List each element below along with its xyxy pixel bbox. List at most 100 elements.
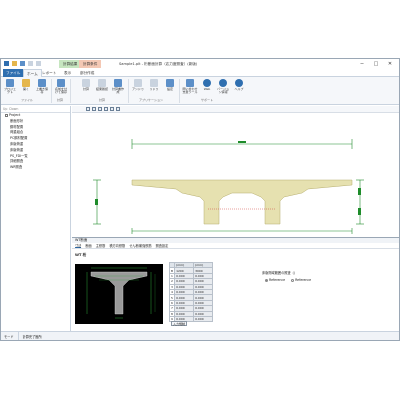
- settings-button[interactable]: 設定: [163, 79, 177, 91]
- project-tree-pane: Up Down Project 断面形状 鋼材配置 荷重組合 PC鋼材配置 床版…: [1, 106, 71, 331]
- option-radio-1[interactable]: Reference: [265, 278, 285, 282]
- tab-view[interactable]: 表示: [61, 69, 74, 77]
- tab-report[interactable]: レポート: [39, 69, 59, 77]
- subtab-shear-rebar[interactable]: せん断補強鉄筋: [129, 243, 151, 248]
- result-check-button[interactable]: 結果確認: [95, 79, 109, 91]
- undo-button[interactable]: アンドゥ: [131, 79, 145, 91]
- maximize-button[interactable]: □: [369, 60, 383, 68]
- version-button-label: バージョン情報: [217, 87, 229, 95]
- support-tool-button[interactable]: 問い合わせ支援ツール: [182, 79, 198, 95]
- ribbon-tabs: ファイル ホーム レポート 表示 部分作成: [1, 69, 399, 77]
- undo-quick-icon[interactable]: [28, 61, 33, 66]
- save-icon: [38, 79, 46, 87]
- up-button[interactable]: Up: [3, 107, 7, 111]
- window-title: Sample1.plt - 桁断面計算（応力度照査）(新版): [119, 62, 198, 66]
- report-button-label: 計算書作成: [111, 87, 124, 95]
- report-icon: [114, 79, 122, 87]
- option-label: Reference: [269, 278, 286, 282]
- support-tool-button-label: 問い合わせ支援ツール: [182, 87, 198, 95]
- group-label: 計算: [57, 98, 64, 102]
- open-quick-icon[interactable]: [12, 61, 17, 66]
- project-button-label: プロジェクト: [3, 87, 16, 95]
- title-bar: 計算結果 計算条件 Sample1.plt - 桁断面計算（応力度照査）(新版)…: [1, 59, 399, 69]
- save-button-label: 上書き保存: [35, 87, 48, 95]
- subtab-transverse-rebar[interactable]: 横方向鉄筋: [109, 243, 125, 248]
- expand-icon[interactable]: [5, 113, 8, 117]
- open-button-label: 開く: [22, 87, 29, 91]
- save-as-button[interactable]: 名前を付けて保存: [54, 79, 68, 95]
- version-button[interactable]: バージョン情報: [216, 79, 230, 95]
- pan-icon[interactable]: [104, 107, 108, 111]
- project-button[interactable]: プロジェクト: [3, 79, 17, 95]
- report-button[interactable]: 計算書作成: [111, 79, 125, 95]
- support-icon: [186, 79, 194, 87]
- option-radio-2[interactable]: Reference: [291, 278, 311, 282]
- result-check-button-label: 結果確認: [95, 87, 108, 91]
- cross-section-drawing[interactable]: [72, 113, 399, 236]
- schematic-svg: [86, 267, 156, 319]
- group-separator: [51, 79, 52, 103]
- context-tab-conditions[interactable]: 計算条件: [79, 60, 102, 68]
- subtab-check-settings[interactable]: 照査設定: [156, 243, 169, 248]
- copy-icon[interactable]: [116, 107, 120, 111]
- zoom-out-icon[interactable]: [92, 107, 96, 111]
- range-options: 床版剛域範囲の照査（） Reference Reference: [262, 270, 311, 282]
- group-label: アプリケーション: [139, 98, 163, 102]
- minimize-button[interactable]: ─: [355, 60, 369, 68]
- redo-quick-icon[interactable]: [36, 61, 41, 66]
- calculate-button[interactable]: 計算: [79, 79, 93, 91]
- input-limit-button[interactable]: 入力規制: [171, 321, 187, 326]
- help-button[interactable]: ヘルプ: [232, 79, 246, 91]
- table-cell[interactable]: 0.000: [193, 315, 214, 323]
- open-button[interactable]: 開く: [19, 79, 33, 91]
- tree-toolbar: Up Down: [1, 106, 70, 113]
- subtab-section[interactable]: 断面: [85, 243, 91, 248]
- save-as-icon: [57, 79, 65, 87]
- options-radio-group: Reference Reference: [262, 278, 311, 282]
- print-icon[interactable]: [110, 107, 114, 111]
- web-button-label: Web: [203, 87, 211, 91]
- redo-icon: [150, 79, 158, 87]
- group-label: サポート: [201, 98, 214, 102]
- drawing-toolbar: [72, 106, 399, 113]
- settings-button-label: 設定: [166, 87, 173, 91]
- project-icon: [6, 79, 14, 87]
- down-button[interactable]: Down: [9, 107, 18, 111]
- subtab-dimensions[interactable]: 寸法: [75, 243, 82, 248]
- option-label: Reference: [295, 278, 312, 282]
- help-button-label: ヘルプ: [234, 87, 244, 91]
- help-icon: [235, 79, 243, 87]
- web-icon: [203, 79, 211, 87]
- tab-file[interactable]: ファイル: [3, 69, 24, 77]
- group-separator: [128, 79, 129, 103]
- status-message: 計算完了箇所: [22, 335, 42, 339]
- app-window: 計算結果 計算条件 Sample1.plt - 桁断面計算（応力度照査）(新版)…: [0, 58, 400, 341]
- version-icon: [219, 79, 227, 87]
- tree-root-label: Project: [9, 113, 21, 117]
- save-quick-icon[interactable]: [20, 61, 25, 66]
- calculate-icon: [82, 79, 90, 87]
- fit-icon[interactable]: [98, 107, 102, 111]
- web-button[interactable]: Web: [200, 79, 214, 91]
- subtab-main-rebar[interactable]: 主鉄筋: [96, 243, 106, 248]
- check-icon: [98, 79, 106, 87]
- tab-partial[interactable]: 部分作成: [77, 69, 97, 77]
- ribbon: プロジェクト 開く 上書き保存 名前を付けて保存 計算 結果確認 計算書作成 ア…: [1, 77, 399, 105]
- dimension-table: (mm) (mm) B 1200 3000 1 0.000 0.000 2 0.000 0.…: [168, 261, 214, 323]
- redo-button[interactable]: リドゥ: [147, 79, 161, 91]
- zoom-in-icon[interactable]: [86, 107, 90, 111]
- group-separator: [70, 79, 71, 103]
- save-button[interactable]: 上書き保存: [35, 79, 49, 95]
- section-label: WT 桁: [75, 253, 87, 257]
- redo-button-label: リドゥ: [149, 87, 159, 91]
- close-button[interactable]: ✕: [383, 60, 397, 68]
- status-separator: [17, 332, 19, 340]
- radio-icon: [291, 278, 295, 282]
- app-icon: [4, 61, 9, 66]
- group-separator: [179, 79, 180, 103]
- gear-icon: [166, 79, 174, 87]
- undo-icon: [134, 79, 142, 87]
- section-schematic: [75, 264, 163, 324]
- tree-item[interactable]: WR照査: [1, 165, 70, 171]
- status-bar: モード 計算完了箇所: [1, 331, 399, 340]
